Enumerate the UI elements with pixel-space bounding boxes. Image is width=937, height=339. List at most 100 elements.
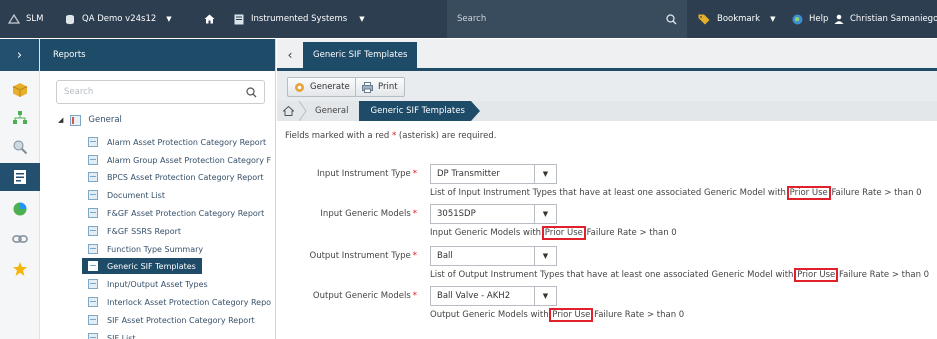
tree-item-label: F&GF SSRS Report xyxy=(107,226,182,236)
chevron-down-icon: ▼ xyxy=(359,15,365,23)
dropdown-arrow-icon[interactable]: ▼ xyxy=(534,165,556,183)
highlighted-prior-use: Prior Use xyxy=(541,226,586,240)
field-help-text: List of Output Instrument Types that hav… xyxy=(430,268,929,282)
report-file-icon xyxy=(88,315,98,325)
bookmark-menu[interactable]: Bookmark ▼ xyxy=(698,0,775,38)
required-note-text: Fields marked with a red xyxy=(285,131,390,141)
tree-item-label: Document List xyxy=(107,190,165,200)
tree-item[interactable]: BPCS Asset Protection Category Report xyxy=(88,169,264,185)
breadcrumb: General Generic SIF Templates xyxy=(277,101,937,121)
breadcrumb-home[interactable] xyxy=(277,101,299,121)
report-file-icon xyxy=(88,226,98,236)
tree-item-label: SIF List xyxy=(107,333,136,339)
sidebar-search-input[interactable]: Search xyxy=(56,80,265,104)
home-button[interactable] xyxy=(204,0,215,38)
field-label-text: Input Instrument Type xyxy=(317,169,411,179)
app-switcher[interactable]: SLM xyxy=(8,0,43,38)
report-file-icon xyxy=(88,333,98,339)
chevron-down-icon: ▼ xyxy=(166,15,172,23)
report-file-icon xyxy=(88,172,98,182)
required-asterisk: * xyxy=(412,169,417,179)
dropdown-arrow-icon[interactable]: ▼ xyxy=(534,247,556,265)
report-file-icon xyxy=(88,297,98,307)
globe-icon xyxy=(792,14,803,24)
cylinder-icon xyxy=(66,14,74,24)
tree-item[interactable]: Alarm Asset Protection Category Report xyxy=(88,134,266,150)
collapse-sidebar-button[interactable]: ‹ xyxy=(283,44,297,66)
field-label: Input Instrument Type * xyxy=(317,169,417,179)
tab-label: Generic SIF Templates xyxy=(313,50,408,60)
breadcrumb-general-label: General xyxy=(315,106,349,116)
required-asterisk: * xyxy=(412,251,417,261)
generate-label: Generate xyxy=(310,82,350,92)
package-icon[interactable] xyxy=(12,82,28,98)
report-file-icon xyxy=(88,279,98,289)
breadcrumb-general[interactable]: General xyxy=(307,101,359,121)
required-note: Fields marked with a red * (asterisk) ar… xyxy=(285,131,496,141)
tree-item[interactable]: Interlock Asset Protection Category Repo xyxy=(88,294,271,310)
user-menu[interactable]: Christian Samaniego ▼ xyxy=(834,0,937,38)
tree-item-label: Interlock Asset Protection Category Repo xyxy=(107,297,272,307)
tree-item[interactable]: SIF List xyxy=(88,330,136,339)
tree-item-label: Function Type Summary xyxy=(107,244,204,254)
generate-button[interactable]: Generate xyxy=(287,77,357,97)
module-selector[interactable]: Instrumented Systems ▼ xyxy=(234,0,365,38)
search-icon[interactable] xyxy=(666,13,677,25)
field-select[interactable]: DP Transmitter ▼ xyxy=(430,164,557,184)
global-search[interactable]: Search xyxy=(447,0,687,38)
tree-item-label: Alarm Group Asset Protection Category F xyxy=(107,155,272,165)
field-select[interactable]: Ball Valve - AKH2 ▼ xyxy=(430,286,557,306)
tree-item-active[interactable]: Generic SIF Templates xyxy=(82,258,202,274)
reports-sidebar: Reports Search ◢ General Alarm Asset Pro… xyxy=(40,39,276,339)
magnifier-icon[interactable] xyxy=(12,139,28,155)
tree-item[interactable]: Function Type Summary xyxy=(88,241,203,257)
chart-pie-icon[interactable] xyxy=(12,201,28,217)
tree-item[interactable]: F&GF Asset Protection Category Report xyxy=(88,205,264,221)
search-icon[interactable] xyxy=(246,86,257,98)
tree-item[interactable]: Alarm Group Asset Protection Category F xyxy=(88,152,271,168)
print-label: Print xyxy=(378,82,398,92)
help-text-start: Input Generic Models with xyxy=(430,228,542,238)
folder-label: General xyxy=(88,115,122,125)
star-icon[interactable] xyxy=(12,261,28,277)
field-label: Output Generic Models * xyxy=(313,291,417,301)
folder-icon xyxy=(70,114,82,126)
report-file-icon xyxy=(88,137,98,147)
home-icon xyxy=(204,14,215,24)
toolbar: Generate Print xyxy=(277,71,937,101)
dropdown-arrow-icon[interactable]: ▼ xyxy=(534,205,556,223)
project-selector[interactable]: QA Demo v24s12 ▼ xyxy=(65,0,172,38)
dropdown-arrow-icon[interactable]: ▼ xyxy=(534,287,556,305)
expand-nav-button[interactable]: › xyxy=(0,39,39,71)
help-label: Help xyxy=(809,14,829,24)
tree-item-label: Generic SIF Templates xyxy=(107,261,196,271)
tree-folder-general[interactable]: ◢ General xyxy=(58,112,122,128)
field-label-text: Output Generic Models xyxy=(312,291,411,301)
sidebar-title: Reports xyxy=(53,50,86,60)
breadcrumb-current-label: Generic SIF Templates xyxy=(370,106,465,116)
required-asterisk: * xyxy=(412,209,417,219)
app-name: SLM xyxy=(26,14,44,24)
link-icon[interactable] xyxy=(12,231,28,247)
report-file-icon xyxy=(88,208,98,218)
field-select[interactable]: 3051SDP ▼ xyxy=(430,204,557,224)
tree-item[interactable]: SIF Asset Protection Category Report xyxy=(88,312,255,328)
search-placeholder: Search xyxy=(457,14,487,24)
hierarchy-icon[interactable] xyxy=(12,110,28,126)
reports-nav-active[interactable] xyxy=(0,163,40,191)
help-text-start: List of Input Instrument Types that have… xyxy=(430,188,786,198)
print-button[interactable]: Print xyxy=(355,77,405,97)
tree-item[interactable]: Input/Output Asset Types xyxy=(88,276,208,292)
field-select-value: DP Transmitter xyxy=(437,169,500,179)
tree-item[interactable]: F&GF SSRS Report xyxy=(88,223,181,239)
report-file-icon xyxy=(88,244,98,254)
tree-item[interactable]: Document List xyxy=(88,187,165,203)
help-text-end: Failure Rate > than 0 xyxy=(594,310,685,320)
document-icon xyxy=(234,14,244,24)
tag-icon xyxy=(698,14,710,24)
report-file-icon xyxy=(88,155,98,165)
field-select[interactable]: Ball ▼ xyxy=(430,246,557,266)
help-button[interactable]: Help xyxy=(792,0,828,38)
tab-generic-sif-templates[interactable]: Generic SIF Templates xyxy=(303,42,418,68)
required-asterisk: * xyxy=(412,291,417,301)
